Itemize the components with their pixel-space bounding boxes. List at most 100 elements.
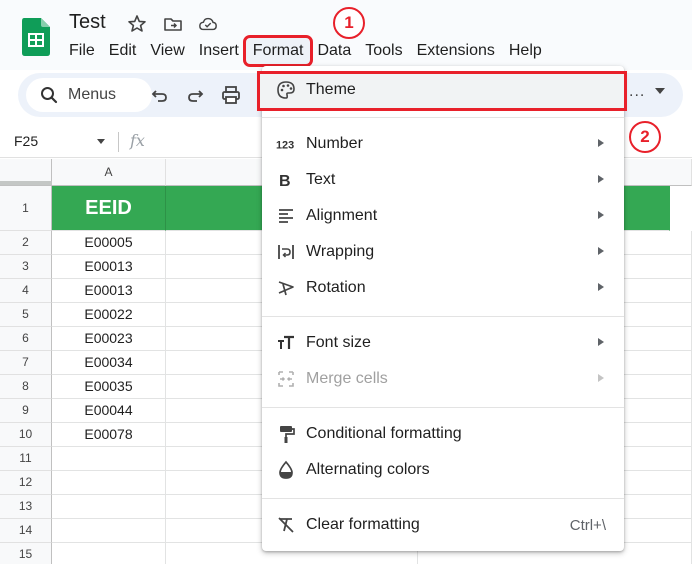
- row-header[interactable]: 13: [0, 495, 52, 519]
- row-header[interactable]: 6: [0, 327, 52, 351]
- clear-formatting-icon: [278, 517, 294, 533]
- cell-eeid[interactable]: [52, 447, 166, 471]
- menu-view[interactable]: View: [143, 38, 191, 64]
- row-header[interactable]: 1: [0, 186, 52, 231]
- menu-item-conditional-formatting-label: Conditional formatting: [306, 425, 462, 442]
- menu-item-number-label: Number: [306, 135, 363, 152]
- menu-file[interactable]: File: [62, 38, 102, 64]
- bold-b-icon: B: [279, 173, 291, 190]
- search-menus-button[interactable]: Menus: [26, 78, 152, 112]
- menu-separator: [262, 117, 624, 118]
- select-all-corner[interactable]: [0, 159, 52, 186]
- menu-item-font-size[interactable]: Font size: [262, 325, 624, 361]
- row-header[interactable]: 11: [0, 447, 52, 471]
- menu-item-merge-cells: Merge cells: [262, 361, 624, 397]
- cell-eeid[interactable]: E00044: [52, 399, 166, 423]
- menu-item-rotation[interactable]: Rotation: [262, 270, 624, 306]
- print-icon[interactable]: [221, 85, 241, 105]
- row-header[interactable]: 2: [0, 231, 52, 255]
- menu-edit[interactable]: Edit: [102, 38, 144, 64]
- name-box-dropdown-icon[interactable]: [97, 139, 105, 144]
- menu-separator: [262, 498, 624, 499]
- menu-item-alignment-label: Alignment: [306, 207, 378, 224]
- more-options-button[interactable]: ...: [629, 83, 645, 101]
- row-header[interactable]: 3: [0, 255, 52, 279]
- menu-item-rotation-label: Rotation: [306, 279, 366, 296]
- menu-extensions[interactable]: Extensions: [410, 38, 502, 64]
- number-123-icon: 123: [276, 140, 294, 152]
- menu-item-alternating-colors[interactable]: Alternating colors: [262, 452, 624, 488]
- menu-item-theme[interactable]: Theme: [257, 71, 627, 111]
- menu-insert[interactable]: Insert: [192, 38, 246, 64]
- menu-item-clear-formatting[interactable]: Clear formatting Ctrl+\: [262, 507, 624, 543]
- cell-eeid[interactable]: E00034: [52, 351, 166, 375]
- menu-item-clear-formatting-label: Clear formatting: [306, 516, 420, 533]
- name-box[interactable]: F25: [14, 133, 38, 149]
- row-header[interactable]: 9: [0, 399, 52, 423]
- cell-eeid[interactable]: E00013: [52, 279, 166, 303]
- menu-item-conditional-formatting[interactable]: Conditional formatting: [262, 416, 624, 452]
- submenu-arrow-icon: [598, 374, 604, 382]
- step-callout-2: 2: [629, 121, 661, 153]
- cell-eeid[interactable]: [52, 543, 166, 564]
- row-header[interactable]: 7: [0, 351, 52, 375]
- document-title[interactable]: Test: [69, 11, 106, 34]
- menu-item-theme-label: Theme: [306, 81, 356, 98]
- menu-item-text-label: Text: [306, 171, 336, 188]
- align-left-icon: [279, 209, 293, 223]
- cell-eeid[interactable]: E00035: [52, 375, 166, 399]
- sheets-logo-icon[interactable]: [22, 18, 50, 56]
- menu-item-alignment[interactable]: Alignment: [262, 198, 624, 234]
- cell-eeid[interactable]: E00005: [52, 231, 166, 255]
- row-header[interactable]: 14: [0, 519, 52, 543]
- cell-eeid[interactable]: [52, 519, 166, 543]
- text-wrap-icon: [278, 245, 294, 259]
- column-header-a[interactable]: A: [52, 159, 166, 186]
- row-header[interactable]: 10: [0, 423, 52, 447]
- row-header[interactable]: 12: [0, 471, 52, 495]
- color-drop-icon: [279, 460, 293, 479]
- paint-roller-icon: [280, 426, 295, 443]
- text-rotation-icon: [278, 281, 294, 296]
- fx-icon: fx: [130, 131, 145, 150]
- menu-item-number[interactable]: 123 Number: [262, 126, 624, 162]
- submenu-arrow-icon: [598, 338, 604, 346]
- toolbar-collapse-caret-icon[interactable]: [655, 88, 665, 94]
- submenu-arrow-icon: [598, 139, 604, 147]
- palette-icon: [277, 81, 295, 99]
- menu-help[interactable]: Help: [502, 38, 549, 64]
- keyboard-shortcut: Ctrl+\: [569, 517, 606, 534]
- redo-icon[interactable]: [185, 85, 205, 105]
- menu-item-text[interactable]: B Text: [262, 162, 624, 198]
- cell-eeid[interactable]: E00078: [52, 423, 166, 447]
- menu-data[interactable]: Data: [310, 38, 358, 64]
- menu-separator: [262, 407, 624, 408]
- submenu-arrow-icon: [598, 175, 604, 183]
- row-header[interactable]: 15: [0, 543, 52, 564]
- svg-text:123: 123: [276, 140, 294, 152]
- header-cell-eeid[interactable]: EEID: [52, 186, 166, 231]
- row-header[interactable]: 4: [0, 279, 52, 303]
- menu-item-wrapping[interactable]: Wrapping: [262, 234, 624, 270]
- menu-format[interactable]: Format: [242, 35, 314, 67]
- menu-item-alternating-colors-label: Alternating colors: [306, 461, 430, 478]
- star-icon[interactable]: [127, 14, 147, 34]
- row-header[interactable]: 5: [0, 303, 52, 327]
- menu-item-font-size-label: Font size: [306, 334, 371, 351]
- undo-icon[interactable]: [150, 85, 170, 105]
- menu-tools[interactable]: Tools: [358, 38, 409, 64]
- menu-bar: File Edit View Insert Format Data Tools …: [62, 35, 549, 67]
- cell-eeid[interactable]: [52, 495, 166, 519]
- cell-eeid[interactable]: [52, 471, 166, 495]
- cloud-saved-icon[interactable]: [198, 14, 218, 34]
- menu-item-merge-cells-label: Merge cells: [306, 370, 388, 387]
- cell-eeid[interactable]: E00023: [52, 327, 166, 351]
- font-size-icon: [278, 335, 294, 349]
- cell-eeid[interactable]: E00013: [52, 255, 166, 279]
- search-menus-label: Menus: [68, 86, 117, 103]
- submenu-arrow-icon: [598, 283, 604, 291]
- row-header[interactable]: 8: [0, 375, 52, 399]
- merge-cells-icon: [278, 371, 294, 387]
- cell-eeid[interactable]: E00022: [52, 303, 166, 327]
- move-folder-icon[interactable]: [163, 14, 183, 34]
